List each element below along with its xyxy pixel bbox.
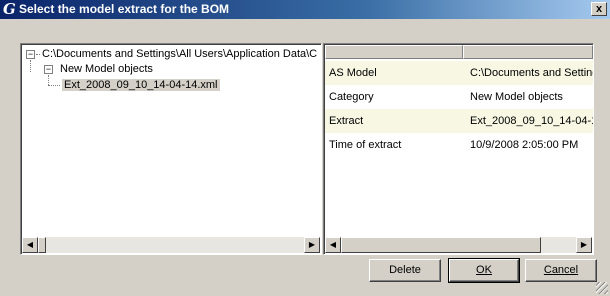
tree-connector [36, 54, 40, 55]
property-row[interactable]: Extract Ext_2008_09_10_14-04-14 [325, 109, 593, 133]
tree-node-file-label: Ext_2008_09_10_14-04-14.xml [62, 79, 220, 91]
property-row[interactable]: Time of extract 10/9/2008 2:05:00 PM [325, 133, 593, 157]
ok-button-label: OK [476, 264, 492, 276]
model-tree-pane[interactable]: − C:\Documents and Settings\All Users\Ap… [20, 43, 322, 255]
collapse-icon[interactable]: − [26, 50, 35, 59]
tree-node-file[interactable]: Ext_2008_09_10_14-04-14.xml [62, 78, 220, 93]
property-value: 10/9/2008 2:05:00 PM [470, 139, 579, 151]
cancel-button-label: Cancel [543, 264, 579, 276]
tree-connector [48, 85, 60, 86]
window-title: Select the model extract for the BOM [19, 2, 230, 16]
property-key: AS Model [329, 67, 377, 79]
arrow-right-icon: ▶ [308, 240, 316, 249]
delete-button[interactable]: Delete [369, 259, 441, 282]
scroll-right-button[interactable]: ▶ [304, 237, 320, 253]
properties-pane[interactable]: AS Model C:\Documents and Setting Catego… [323, 43, 594, 255]
tree-connector [30, 60, 31, 72]
model-tree: − C:\Documents and Settings\All Users\Ap… [24, 46, 320, 236]
property-key: Extract [329, 115, 364, 127]
properties-horizontal-scrollbar[interactable]: ◀ ▶ [325, 237, 592, 253]
property-value: Ext_2008_09_10_14-04-14 [470, 115, 593, 127]
close-icon: x [595, 3, 603, 15]
properties-header [325, 45, 593, 59]
property-key: Category [329, 91, 374, 103]
arrow-right-icon: ▶ [580, 240, 588, 249]
close-button[interactable]: x [591, 2, 607, 16]
scroll-left-button[interactable]: ◀ [325, 237, 341, 253]
cancel-button[interactable]: Cancel [525, 259, 597, 282]
tree-node-folder-label: New Model objects [60, 63, 153, 75]
scroll-thumb[interactable] [341, 237, 541, 253]
header-cell-key[interactable] [325, 45, 463, 59]
tree-connector [48, 75, 49, 85]
tree-horizontal-scrollbar[interactable]: ◀ ▶ [22, 237, 320, 253]
arrow-left-icon: ◀ [329, 240, 337, 249]
ok-button[interactable]: OK [448, 258, 520, 283]
arrow-left-icon: ◀ [26, 240, 34, 249]
property-row[interactable]: AS Model C:\Documents and Setting [325, 61, 593, 85]
scroll-right-button[interactable]: ▶ [576, 237, 592, 253]
property-row[interactable]: Category New Model objects [325, 85, 593, 109]
app-logo-icon: G [3, 0, 16, 18]
header-cell-value[interactable] [463, 45, 593, 59]
tree-node-root-label: C:\Documents and Settings\All Users\Appl… [42, 48, 318, 60]
scroll-left-button[interactable]: ◀ [22, 237, 38, 253]
collapse-icon[interactable]: − [44, 65, 53, 74]
property-key: Time of extract [329, 139, 402, 151]
resize-grip-icon[interactable] [596, 282, 608, 294]
title-bar: G Select the model extract for the BOM x [0, 0, 610, 19]
property-value: New Model objects [470, 91, 563, 103]
scroll-thumb[interactable] [38, 237, 46, 253]
property-value: C:\Documents and Setting [470, 67, 593, 79]
